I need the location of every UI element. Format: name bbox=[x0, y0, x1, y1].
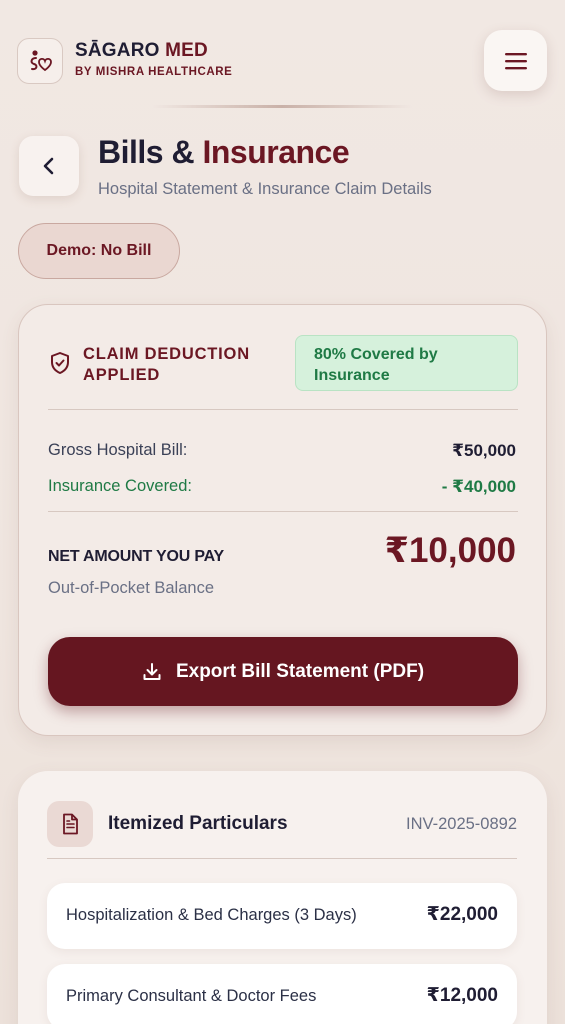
page-title-accent: Insurance bbox=[202, 134, 350, 170]
claim-deduction-title: CLAIM DEDUCTION APPLIED bbox=[83, 345, 250, 384]
document-icon-box bbox=[47, 801, 93, 847]
export-pdf-label: Export Bill Statement (PDF) bbox=[175, 660, 425, 682]
insurance-covered-value: - ₹40,000 bbox=[441, 477, 516, 496]
download-icon bbox=[143, 662, 161, 680]
divider bbox=[48, 511, 518, 512]
out-of-pocket-label: Out-of-Pocket Balance bbox=[48, 579, 214, 597]
divider bbox=[47, 858, 517, 859]
shield-check-icon bbox=[51, 352, 69, 374]
divider bbox=[48, 409, 518, 410]
net-amount-label: NET AMOUNT YOU PAY bbox=[48, 548, 224, 565]
itemized-particulars-card: Itemized Particulars INV-2025-0892 Hospi… bbox=[18, 771, 547, 1024]
page-subtitle: Hospital Statement & Insurance Claim Det… bbox=[98, 180, 432, 198]
insurance-covered-label: Insurance Covered: bbox=[48, 477, 192, 495]
page-title: Bills & Insurance bbox=[98, 134, 350, 171]
brand-tagline: BY MISHRA HEALTHCARE bbox=[75, 66, 233, 78]
claim-summary-card: CLAIM DEDUCTION APPLIED 80% Covered by I… bbox=[18, 304, 547, 736]
brand-name: SĀGARO MED bbox=[75, 40, 208, 62]
app-header: SĀGARO MED BY MISHRA HEALTHCARE bbox=[0, 0, 565, 108]
gross-bill-value: ₹50,000 bbox=[452, 441, 516, 460]
gross-bill-label: Gross Hospital Bill: bbox=[48, 441, 188, 459]
item-name: Primary Consultant & Doctor Fees bbox=[66, 987, 317, 1005]
chevron-left-icon bbox=[43, 157, 54, 175]
item-amount: ₹12,000 bbox=[426, 985, 498, 1006]
demo-no-bill-button[interactable]: Demo: No Bill bbox=[18, 223, 180, 279]
document-icon bbox=[63, 813, 78, 835]
brand-logo[interactable] bbox=[17, 38, 63, 84]
coverage-badge: 80% Covered by Insurance bbox=[295, 335, 518, 391]
hamburger-icon bbox=[504, 52, 527, 69]
page-title-main: Bills & bbox=[98, 134, 203, 170]
menu-button[interactable] bbox=[484, 30, 547, 91]
net-amount-value: ₹10,000 bbox=[384, 531, 516, 570]
back-button[interactable] bbox=[19, 136, 79, 196]
header-divider bbox=[152, 105, 412, 108]
heart-logo-icon bbox=[30, 50, 52, 72]
list-item[interactable]: Hospitalization & Bed Charges (3 Days) ₹… bbox=[47, 883, 517, 949]
invoice-number: INV-2025-0892 bbox=[406, 815, 517, 833]
brand-name-accent: MED bbox=[165, 40, 208, 61]
export-pdf-button[interactable]: Export Bill Statement (PDF) bbox=[48, 637, 518, 706]
brand-name-main: SĀGARO bbox=[75, 40, 160, 61]
item-name: Hospitalization & Bed Charges (3 Days) bbox=[66, 906, 357, 924]
itemized-title: Itemized Particulars bbox=[108, 813, 288, 834]
item-amount: ₹22,000 bbox=[426, 904, 498, 925]
list-item[interactable]: Primary Consultant & Doctor Fees ₹12,000 bbox=[47, 964, 517, 1024]
